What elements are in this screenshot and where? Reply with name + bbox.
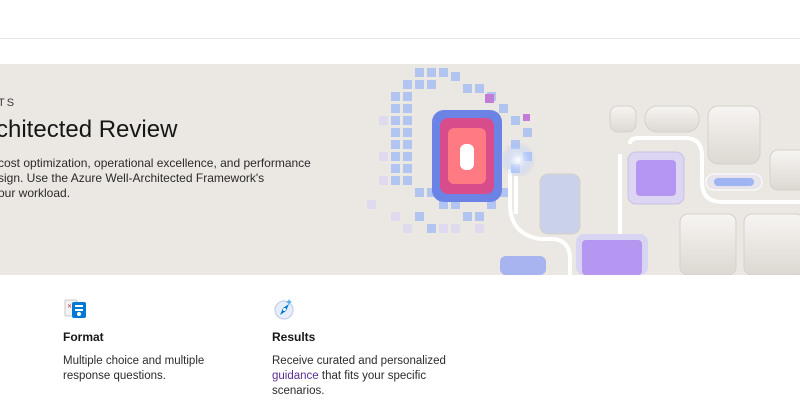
format-card-text: Multiple choice and multiple response qu… bbox=[63, 355, 205, 382]
hero-eyebrow: TS bbox=[0, 97, 17, 109]
hero-description-line: sign. Use the Azure Well-Architected Fra… bbox=[0, 171, 265, 185]
hero-description: cost optimization, operational excellenc… bbox=[0, 156, 311, 201]
secondary-navigation-bar bbox=[0, 39, 800, 64]
results-text-before: Receive curated and personalized bbox=[272, 355, 446, 367]
guidance-link[interactable]: guidance bbox=[272, 370, 319, 382]
hero-title: chitected Review bbox=[0, 116, 178, 143]
format-card-title: Format bbox=[63, 330, 104, 344]
results-card: Results Receive curated and personalized… bbox=[272, 296, 462, 399]
results-card-title: Results bbox=[272, 330, 316, 344]
compass-icon bbox=[274, 299, 294, 320]
hero-banner: TS chitected Review cost optimization, o… bbox=[0, 64, 800, 275]
hero-illustration bbox=[367, 68, 800, 275]
format-card: ✕ Format Multiple choice and multiple re… bbox=[63, 296, 253, 384]
svg-text:✕: ✕ bbox=[67, 303, 72, 310]
results-card-text: Receive curated and personalized guidance… bbox=[272, 354, 462, 399]
format-document-icon: ✕ bbox=[64, 299, 86, 318]
top-navigation-bar bbox=[0, 0, 800, 39]
hero-description-line: our workload. bbox=[0, 186, 71, 200]
hero-description-line: cost optimization, operational excellenc… bbox=[0, 156, 311, 170]
